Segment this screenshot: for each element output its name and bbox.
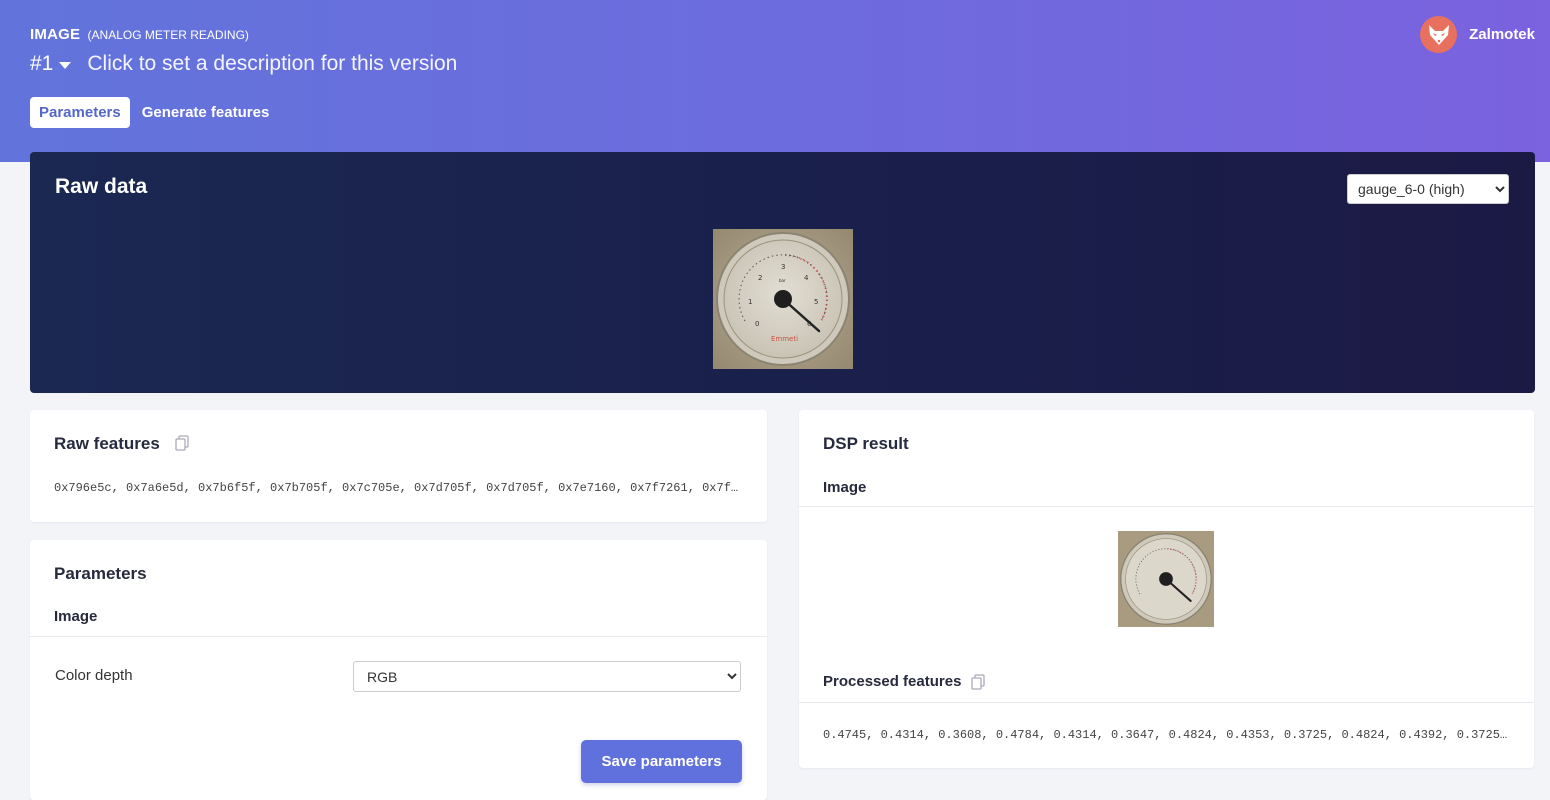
color-depth-select[interactable]: RGB Grayscale — [353, 661, 741, 692]
version-selector[interactable]: #1 — [30, 52, 53, 76]
tab-bar: Parameters Generate features — [30, 97, 281, 128]
gauge-image: 0 1 2 3 4 5 6 bar Emmeti — [713, 229, 853, 369]
sample-select[interactable]: gauge_6-0 (high) — [1347, 174, 1509, 204]
fox-avatar-icon[interactable] — [1420, 16, 1458, 53]
gauge-unit: bar — [779, 278, 786, 283]
raw-data-panel: Raw data gauge_6-0 (high) 0 1 2 3 4 5 6 … — [30, 152, 1535, 393]
header-background — [0, 0, 1550, 162]
tab-parameters[interactable]: Parameters — [30, 97, 130, 128]
parameters-card: Parameters Image Color depth RGB Graysca… — [30, 540, 767, 800]
color-depth-label: Color depth — [55, 667, 133, 684]
divider — [30, 636, 767, 637]
parameters-section-image: Image — [54, 608, 98, 625]
block-type: IMAGE — [30, 26, 81, 43]
processed-image — [1118, 531, 1214, 627]
raw-data-title: Raw data — [55, 175, 148, 198]
save-parameters-button[interactable]: Save parameters — [581, 740, 742, 783]
block-subtitle: (ANALOG METER READING) — [87, 28, 249, 42]
gauge-label-0: 0 — [755, 320, 759, 328]
gauge-brand: Emmeti — [771, 335, 798, 343]
raw-features-values: 0x796e5c, 0x7a6e5d, 0x7b6f5f, 0x7b705f, … — [54, 481, 742, 495]
dsp-result-title: DSP result — [823, 434, 909, 453]
gauge-label-5: 5 — [814, 298, 818, 306]
chevron-down-icon[interactable] — [59, 61, 72, 69]
processed-features-values: 0.4745, 0.4314, 0.3608, 0.4784, 0.4314, … — [823, 728, 1509, 742]
dsp-section-image: Image — [823, 479, 867, 496]
copy-icon[interactable] — [970, 674, 986, 690]
gauge-label-1: 1 — [748, 298, 752, 306]
username[interactable]: Zalmotek — [1469, 26, 1535, 43]
processed-features-title: Processed features — [823, 673, 962, 690]
divider — [799, 506, 1534, 507]
gauge-label-4: 4 — [804, 274, 809, 282]
parameters-title: Parameters — [54, 564, 147, 583]
user-menu[interactable]: Zalmotek — [1420, 16, 1535, 53]
gauge-label-2: 2 — [758, 274, 762, 282]
version-row: #1 Click to set a description for this v… — [30, 52, 457, 76]
block-title: IMAGE (ANALOG METER READING) — [30, 26, 249, 43]
gauge-label-3: 3 — [781, 263, 785, 271]
version-description[interactable]: Click to set a description for this vers… — [87, 52, 457, 76]
copy-icon[interactable] — [174, 435, 190, 451]
tab-generate-features[interactable]: Generate features — [133, 97, 279, 128]
dsp-result-card: DSP result Image Processed features 0.47… — [799, 410, 1534, 768]
raw-features-title: Raw features — [54, 434, 160, 453]
raw-features-card: Raw features 0x796e5c, 0x7a6e5d, 0x7b6f5… — [30, 410, 767, 522]
divider — [799, 702, 1534, 703]
